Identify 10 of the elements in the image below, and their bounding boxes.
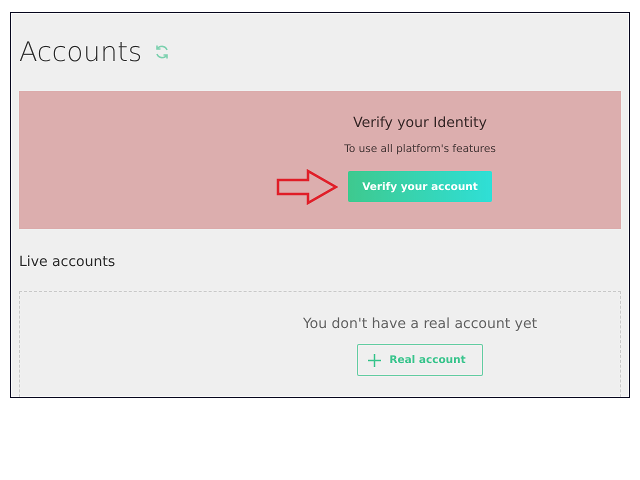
refresh-icon[interactable] xyxy=(154,44,170,60)
page-title: Accounts xyxy=(19,36,142,68)
arrow-icon xyxy=(276,169,338,205)
banner-title: Verify your Identity xyxy=(353,115,487,131)
plus-icon xyxy=(368,354,382,366)
verify-account-button[interactable]: Verify your account xyxy=(348,171,492,202)
banner-subtitle: To use all platform's features xyxy=(344,143,496,155)
real-account-button[interactable]: Real account xyxy=(357,344,483,376)
empty-message: You don't have a real account yet xyxy=(302,316,538,332)
section-heading: Live accounts xyxy=(19,253,116,272)
